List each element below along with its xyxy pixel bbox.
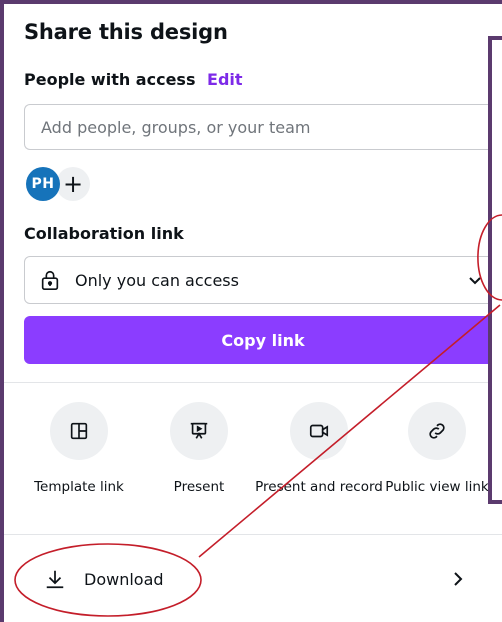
present-and-record-action[interactable]: Present and record [254,402,384,496]
collaboration-link-label: Collaboration link [24,224,184,243]
download-icon [46,570,64,589]
access-level-dropdown[interactable]: Only you can access [24,256,500,304]
template-icon [70,422,88,440]
add-people-input[interactable] [24,104,502,150]
people-with-access-label: People with access [24,70,196,89]
video-camera-icon [309,424,329,438]
people-with-access-row: People with access Edit [24,70,243,89]
action-label: Template link [34,479,124,495]
add-people-button[interactable]: + [56,167,90,201]
section-divider [4,382,502,383]
share-actions: Template link Present Present and record… [4,402,502,522]
action-label: Present and record [255,479,383,495]
public-view-link-action[interactable]: Public view link [372,402,502,496]
panel-title: Share this design [24,20,228,44]
edit-link[interactable]: Edit [207,70,243,89]
link-icon [429,423,445,439]
chevron-down-icon [469,277,481,285]
access-level-value: Only you can access [75,270,239,290]
share-panel: Share this design People with access Edi… [4,4,502,622]
chevron-right-icon [454,572,463,586]
avatar[interactable]: PH [26,167,60,201]
action-label: Public view link [385,479,489,495]
download-label: Download [84,570,164,589]
plus-icon: + [62,170,84,198]
present-action[interactable]: Present [134,402,264,496]
avatar-initials: PH [31,176,55,192]
adjacent-panel-edge [488,36,502,504]
present-icon [190,422,208,439]
template-link-action[interactable]: Template link [14,402,144,496]
download-row[interactable]: Download [4,534,502,622]
lock-icon [41,270,59,290]
copy-link-button[interactable]: Copy link [24,316,502,364]
action-label: Present [173,479,225,495]
